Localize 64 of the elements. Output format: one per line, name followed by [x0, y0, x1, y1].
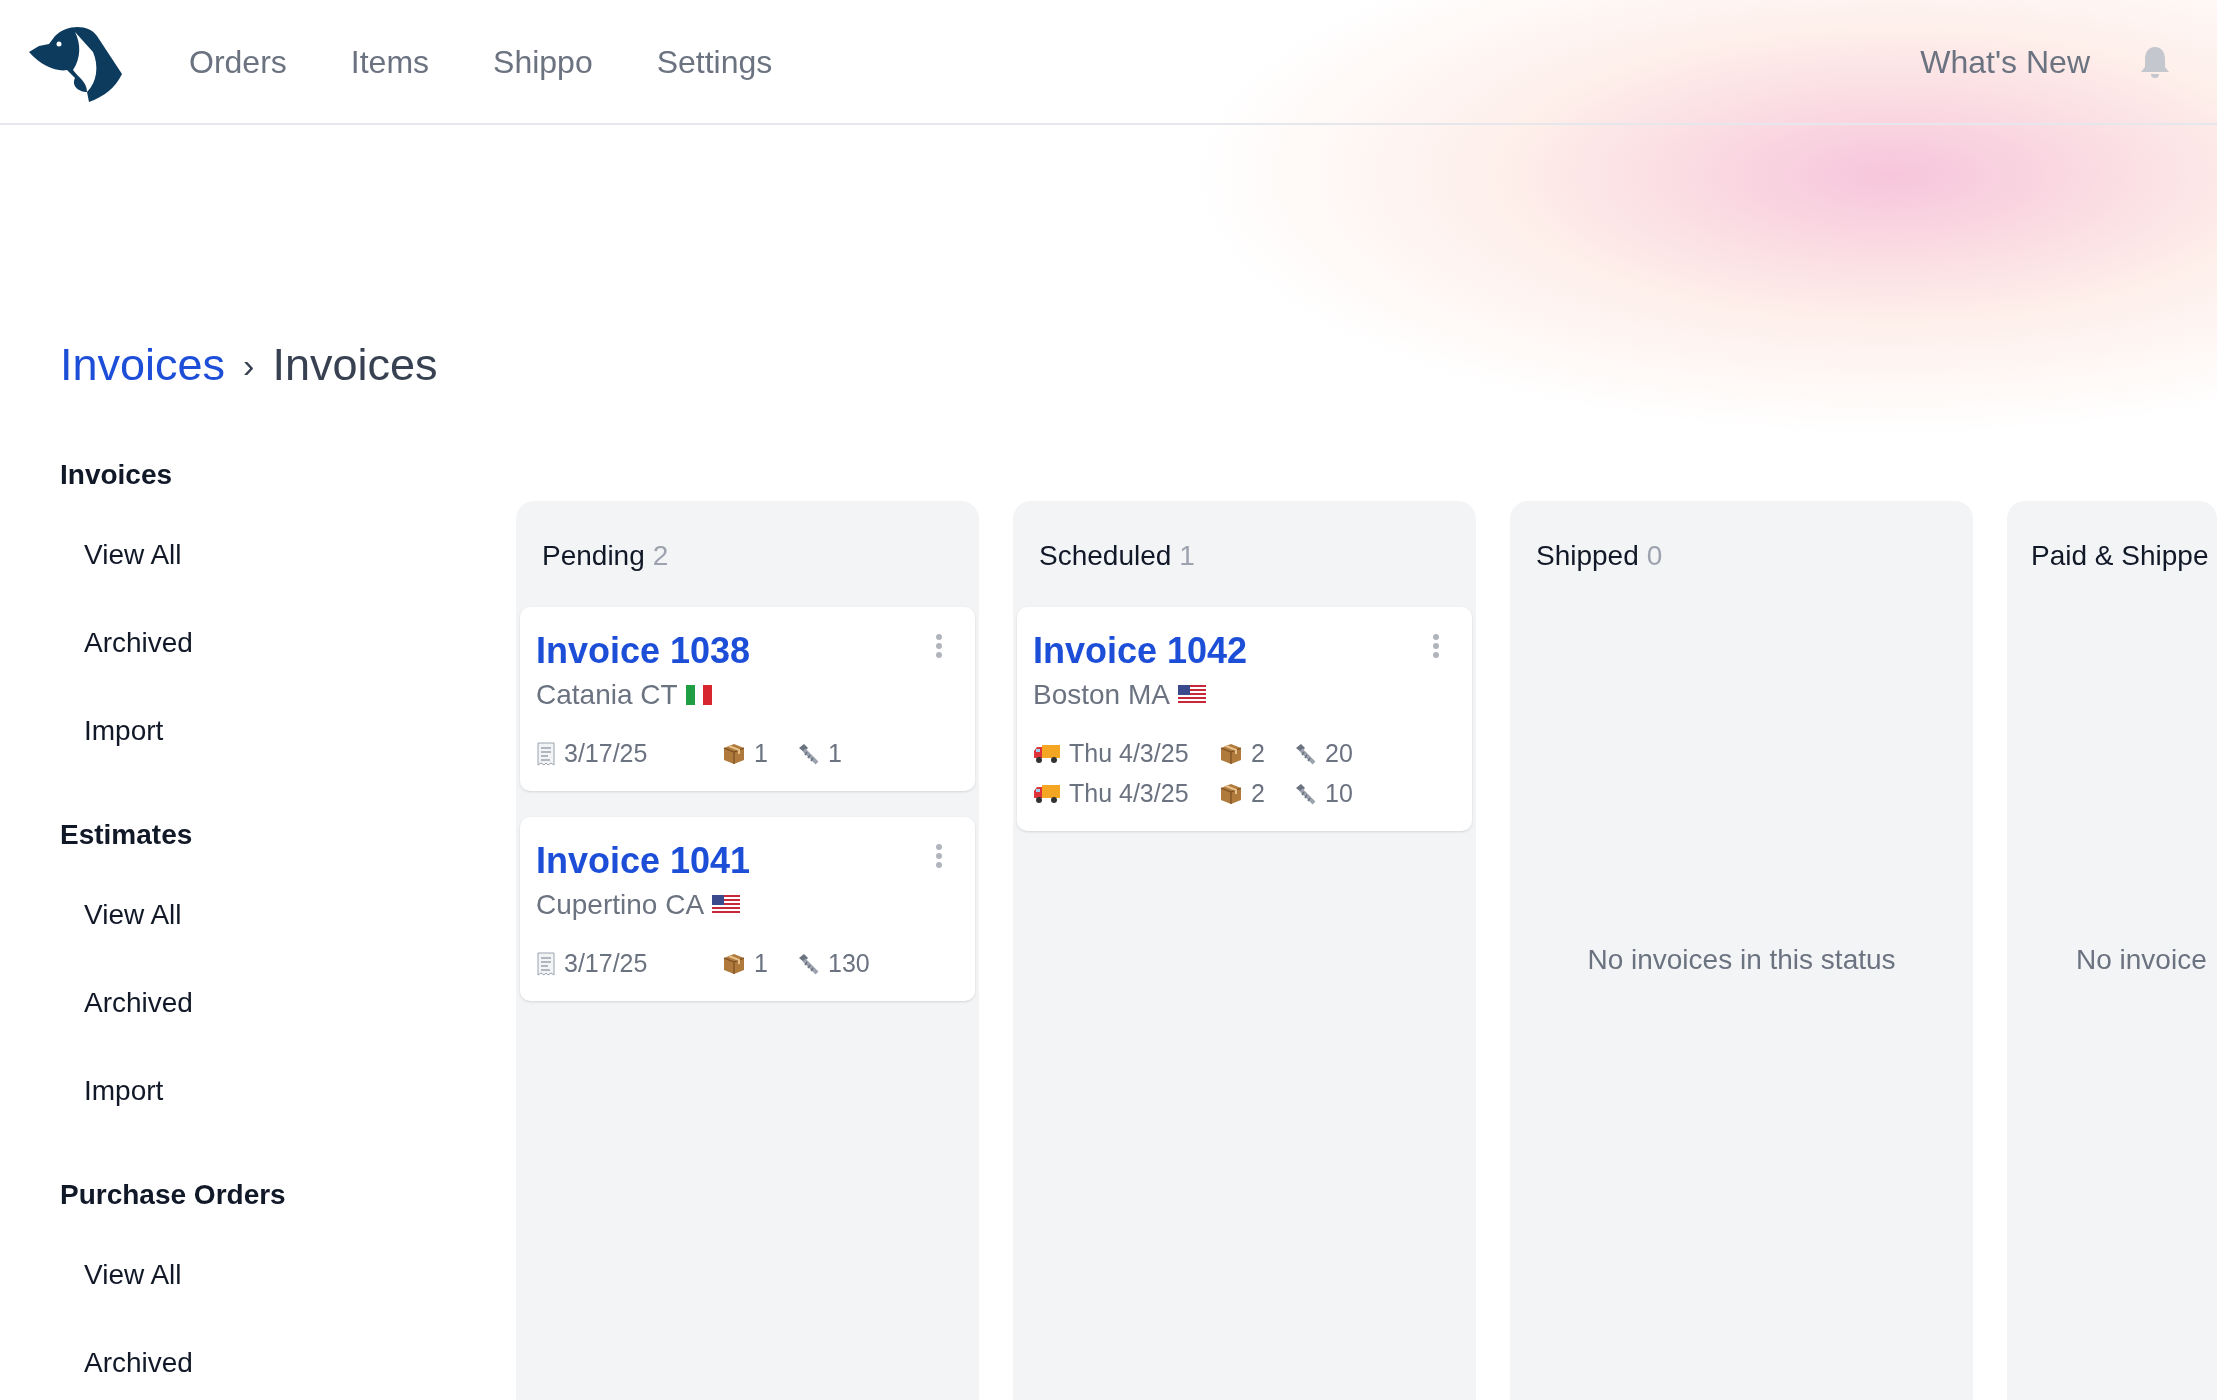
empty-state-text: No invoice — [2076, 943, 2207, 977]
date-text: Thu 4/3/25 — [1069, 738, 1189, 770]
receipt-icon — [536, 742, 556, 766]
us-flag-icon — [1177, 685, 1206, 705]
sidebar-item[interactable]: View All — [84, 535, 516, 575]
sidebar-item[interactable]: Import — [84, 711, 516, 751]
box-count: 1 — [754, 738, 768, 770]
italy-flag-icon — [685, 685, 712, 705]
sidebar-item[interactable]: Archived — [84, 623, 516, 663]
column-count: 1 — [1179, 539, 1195, 573]
date-text: 3/17/25 — [564, 738, 648, 770]
sidebar-heading: Invoices — [60, 458, 174, 492]
invoice-link[interactable]: Invoice 1038 — [536, 629, 959, 673]
sidebar-item[interactable]: Archived — [84, 1343, 516, 1383]
column-title: Shipped — [1536, 539, 1639, 573]
truck-icon — [1033, 783, 1061, 805]
column-count: 0 — [1646, 539, 1663, 573]
sidebar-item[interactable]: Archived — [84, 983, 516, 1023]
page-title: Invoices — [272, 338, 438, 393]
invoice-card[interactable]: Invoice 1042 Boston MA Thu 4/3/25 2 20 Thu 4/3/25 2 10 — [1017, 607, 1472, 831]
location-text: Cupertino CA — [536, 888, 705, 922]
column-title: Pending — [542, 539, 645, 573]
us-flag-icon — [712, 895, 741, 915]
column-count: 2 — [652, 539, 669, 573]
box-icon — [722, 742, 746, 766]
column-title: Paid & Shippe — [2031, 539, 2209, 573]
box-icon — [1219, 782, 1243, 806]
sidebar-item[interactable]: Import — [84, 1071, 516, 1111]
receipt-icon — [536, 952, 556, 976]
sidebar-heading: Purchase Orders — [60, 1178, 287, 1212]
nav-link[interactable]: Shippo — [493, 37, 593, 86]
invoice-link[interactable]: Invoice 1041 — [536, 839, 959, 883]
more-options-icon[interactable] — [935, 633, 943, 659]
date-text: Thu 4/3/25 — [1069, 778, 1189, 810]
sidebar-item[interactable]: View All — [84, 895, 516, 935]
column-title: Scheduled — [1039, 539, 1172, 573]
location-text: Catania CT — [536, 678, 678, 712]
location-text: Boston MA — [1033, 678, 1170, 712]
sidebar-item[interactable]: View All — [84, 1255, 516, 1295]
invoice-card[interactable]: Invoice 1041 Cupertino CA 3/17/25 1 130 — [520, 817, 975, 1001]
box-count: 2 — [1251, 738, 1265, 770]
box-count: 2 — [1251, 778, 1265, 810]
more-options-icon[interactable] — [935, 843, 943, 869]
box-icon — [722, 952, 746, 976]
item-count: 10 — [1325, 778, 1353, 810]
breadcrumb-separator: › — [243, 344, 255, 386]
invoice-card[interactable]: Invoice 1038 Catania CT 3/17/25 1 1 — [520, 607, 975, 791]
truck-icon — [1033, 743, 1061, 765]
whats-new-link[interactable]: What's New — [1920, 37, 2090, 86]
empty-state-text: No invoices in this status — [1586, 943, 1897, 977]
item-count: 130 — [828, 948, 870, 980]
sidebar-heading: Estimates — [60, 818, 194, 852]
bell-icon[interactable] — [2140, 44, 2170, 79]
box-icon — [1219, 742, 1243, 766]
invoice-link[interactable]: Invoice 1042 — [1033, 629, 1456, 673]
box-count: 1 — [754, 948, 768, 980]
nav-link[interactable]: Settings — [656, 37, 773, 86]
item-count: 20 — [1325, 738, 1353, 770]
nav-link[interactable]: Items — [350, 37, 430, 86]
more-options-icon[interactable] — [1432, 633, 1440, 659]
nav-link[interactable]: Orders — [189, 37, 287, 86]
item-count: 1 — [828, 738, 842, 770]
breadcrumb-link[interactable]: Invoices — [60, 331, 226, 399]
date-text: 3/17/25 — [564, 948, 648, 980]
